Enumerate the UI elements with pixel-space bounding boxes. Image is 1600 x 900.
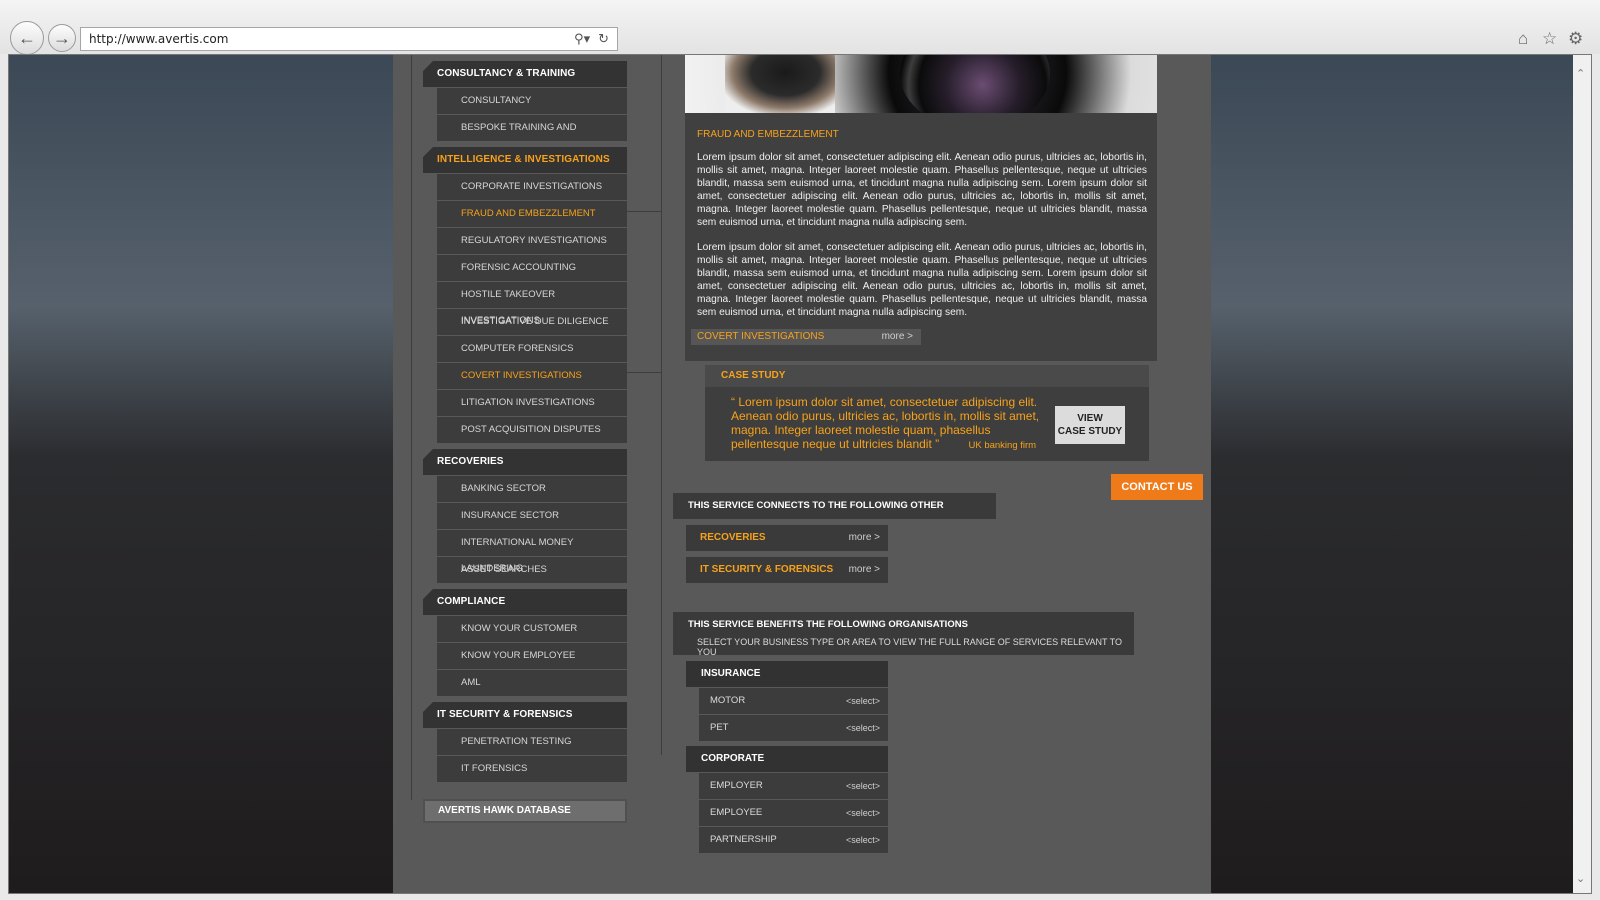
org-item-employee[interactable]: EMPLOYEE <select> <box>699 800 888 826</box>
org-item-employer[interactable]: EMPLOYER <select> <box>699 773 888 799</box>
menu-category-it-security[interactable]: IT SECURITY & FORENSICS <box>421 702 627 728</box>
browser-toolbar: ← → http://www.avertis.com ⚲▾ ↻ ⌂ ☆ ⚙ <box>0 0 1600 55</box>
menu-item-regulatory-investigations[interactable]: REGULATORY INVESTIGATIONS <box>437 228 627 254</box>
connected-service-recoveries[interactable]: RECOVERIES more > <box>686 525 888 551</box>
menu-item-forensic-accounting[interactable]: FORENSIC ACCOUNTING <box>437 255 627 281</box>
content-connector-line <box>661 55 662 755</box>
photographer-image <box>725 55 835 113</box>
benefits-subtitle: SELECT YOUR BUSINESS TYPE OR AREA TO VIE… <box>697 637 1122 657</box>
org-item-label: EMPLOYEE <box>710 807 763 818</box>
menu-connector-line <box>411 55 412 800</box>
star-icon[interactable]: ☆ <box>1542 29 1557 49</box>
contact-us-button[interactable]: CONTACT US <box>1111 474 1203 500</box>
url-text[interactable]: http://www.avertis.com <box>89 32 574 46</box>
menu-category-recoveries[interactable]: RECOVERIES <box>421 449 627 475</box>
related-service-label[interactable]: COVERT INVESTIGATIONS <box>697 329 824 345</box>
org-item-motor[interactable]: MOTOR <select> <box>699 688 888 714</box>
menu-item-litigation-investigations[interactable]: LITIGATION INVESTIGATIONS <box>437 390 627 416</box>
connects-heading: THIS SERVICE CONNECTS TO THE FOLLOWING O… <box>673 493 996 537</box>
more-link[interactable]: more > <box>849 557 880 583</box>
button-line: CASE STUDY <box>1057 426 1123 437</box>
scroll-up-icon[interactable]: ⌃ <box>1576 67 1585 80</box>
case-study-panel: CASE STUDY “ Lorem ipsum dolor sit amet,… <box>705 365 1149 461</box>
org-item-label: PARTNERSHIP <box>710 834 777 845</box>
org-item-label: EMPLOYER <box>710 780 763 791</box>
menu-item-post-acquisition[interactable]: POST ACQUISITION DISPUTES <box>437 417 627 443</box>
menu-item-aml[interactable]: AML <box>437 670 627 696</box>
article-paragraph: Lorem ipsum dolor sit amet, consectetuer… <box>697 152 1147 228</box>
org-group-corporate[interactable]: CORPORATE <box>686 746 888 772</box>
scroll-down-icon[interactable]: ⌄ <box>1576 872 1585 885</box>
hero-image <box>685 55 1157 129</box>
menu-item-know-your-customer[interactable]: KNOW YOUR CUSTOMER <box>437 616 627 642</box>
menu-item-due-diligence[interactable]: INVESTIGATIVE DUE DILIGENCE <box>437 309 627 335</box>
site-page: CONSULTANCY & TRAINING CONSULTANCY BESPO… <box>393 55 1211 893</box>
back-arrow-icon[interactable]: ← <box>10 21 44 55</box>
menu-item-bespoke-training[interactable]: BESPOKE TRAINING AND AWARENESS <box>437 115 627 159</box>
select-link[interactable]: <select> <box>846 773 880 799</box>
menu-item-hostile-takeover[interactable]: HOSTILE TAKEOVER INVESTIGATIONS <box>437 282 627 326</box>
menu-item-consultancy[interactable]: CONSULTANCY <box>437 88 627 114</box>
view-case-study-button[interactable]: VIEW CASE STUDY <box>1055 406 1125 444</box>
address-bar[interactable]: http://www.avertis.com ⚲▾ ↻ <box>80 27 618 51</box>
select-link[interactable]: <select> <box>846 688 880 714</box>
menu-item-computer-forensics[interactable]: COMPUTER FORENSICS <box>437 336 627 362</box>
org-group-insurance[interactable]: INSURANCE <box>686 661 888 687</box>
more-link[interactable]: more > <box>882 329 913 345</box>
home-icon[interactable]: ⌂ <box>1518 29 1528 49</box>
menu-item-money-laundering[interactable]: INTERNATIONAL MONEY LAUNDERING <box>437 530 627 574</box>
vertical-scrollbar[interactable]: ⌃ ⌄ <box>1573 55 1591 893</box>
org-item-label: PET <box>710 722 729 733</box>
menu-item-know-your-employee[interactable]: KNOW YOUR EMPLOYEE <box>437 643 627 669</box>
menu-item-covert-investigations[interactable]: COVERT INVESTIGATIONS <box>437 363 627 389</box>
button-line: VIEW <box>1077 413 1103 424</box>
menu-item-corporate-investigations[interactable]: CORPORATE INVESTIGATIONS <box>437 174 627 200</box>
related-service-link[interactable]: COVERT INVESTIGATIONS more > <box>691 329 921 345</box>
more-link[interactable]: more > <box>849 525 880 551</box>
select-link[interactable]: <select> <box>846 827 880 853</box>
article-title: FRAUD AND EMBEZZLEMENT <box>697 129 839 140</box>
forward-arrow-icon[interactable]: → <box>48 24 76 52</box>
service-name[interactable]: RECOVERIES <box>700 532 766 543</box>
menu-category-compliance[interactable]: COMPLIANCE <box>421 589 627 615</box>
service-name[interactable]: IT SECURITY & FORENSICS <box>700 564 833 575</box>
select-link[interactable]: <select> <box>846 800 880 826</box>
hawk-database-button[interactable]: AVERTIS HAWK DATABASE <box>423 799 627 823</box>
search-icon[interactable]: ⚲▾ <box>574 31 590 47</box>
menu-category-intelligence-investigations[interactable]: INTELLIGENCE & INVESTIGATIONS <box>421 147 627 173</box>
menu-item-fraud-embezzlement[interactable]: FRAUD AND EMBEZZLEMENT <box>437 201 627 227</box>
case-study-heading: CASE STUDY <box>705 365 1149 387</box>
org-item-partnership[interactable]: PARTNERSHIP <select> <box>699 827 888 853</box>
article-panel: FRAUD AND EMBEZZLEMENT Lorem ipsum dolor… <box>685 113 1157 361</box>
select-link[interactable]: <select> <box>846 715 880 741</box>
org-item-label: MOTOR <box>710 695 746 706</box>
gear-icon[interactable]: ⚙ <box>1568 29 1583 49</box>
quote-source: UK banking firm <box>968 440 1037 451</box>
org-item-pet[interactable]: PET <select> <box>699 715 888 741</box>
article-paragraph: Lorem ipsum dolor sit amet, consectetuer… <box>697 242 1147 318</box>
connector-line <box>627 211 661 212</box>
menu-item-banking-sector[interactable]: BANKING SECTOR <box>437 476 627 502</box>
menu-item-asset-searches[interactable]: ASSET SEARCHES <box>437 557 627 583</box>
refresh-icon[interactable]: ↻ <box>598 31 609 47</box>
page-viewport: ⌃ ⌄ CONSULTANCY & TRAINING CONSULTANCY B… <box>8 54 1592 894</box>
connector-line <box>627 372 661 373</box>
connected-service-it-security[interactable]: IT SECURITY & FORENSICS more > <box>686 557 888 583</box>
benefits-title: THIS SERVICE BENEFITS THE FOLLOWING ORGA… <box>688 619 968 630</box>
menu-item-it-forensics[interactable]: IT FORENSICS <box>437 756 627 782</box>
benefits-heading: THIS SERVICE BENEFITS THE FOLLOWING ORGA… <box>673 612 1134 657</box>
service-menu: CONSULTANCY & TRAINING CONSULTANCY BESPO… <box>421 61 627 783</box>
case-study-quote: “ Lorem ipsum dolor sit amet, consectetu… <box>731 395 1051 453</box>
menu-category-consultancy-training[interactable]: CONSULTANCY & TRAINING <box>421 61 627 87</box>
menu-item-penetration-testing[interactable]: PENETRATION TESTING <box>437 729 627 755</box>
menu-item-insurance-sector[interactable]: INSURANCE SECTOR <box>437 503 627 529</box>
